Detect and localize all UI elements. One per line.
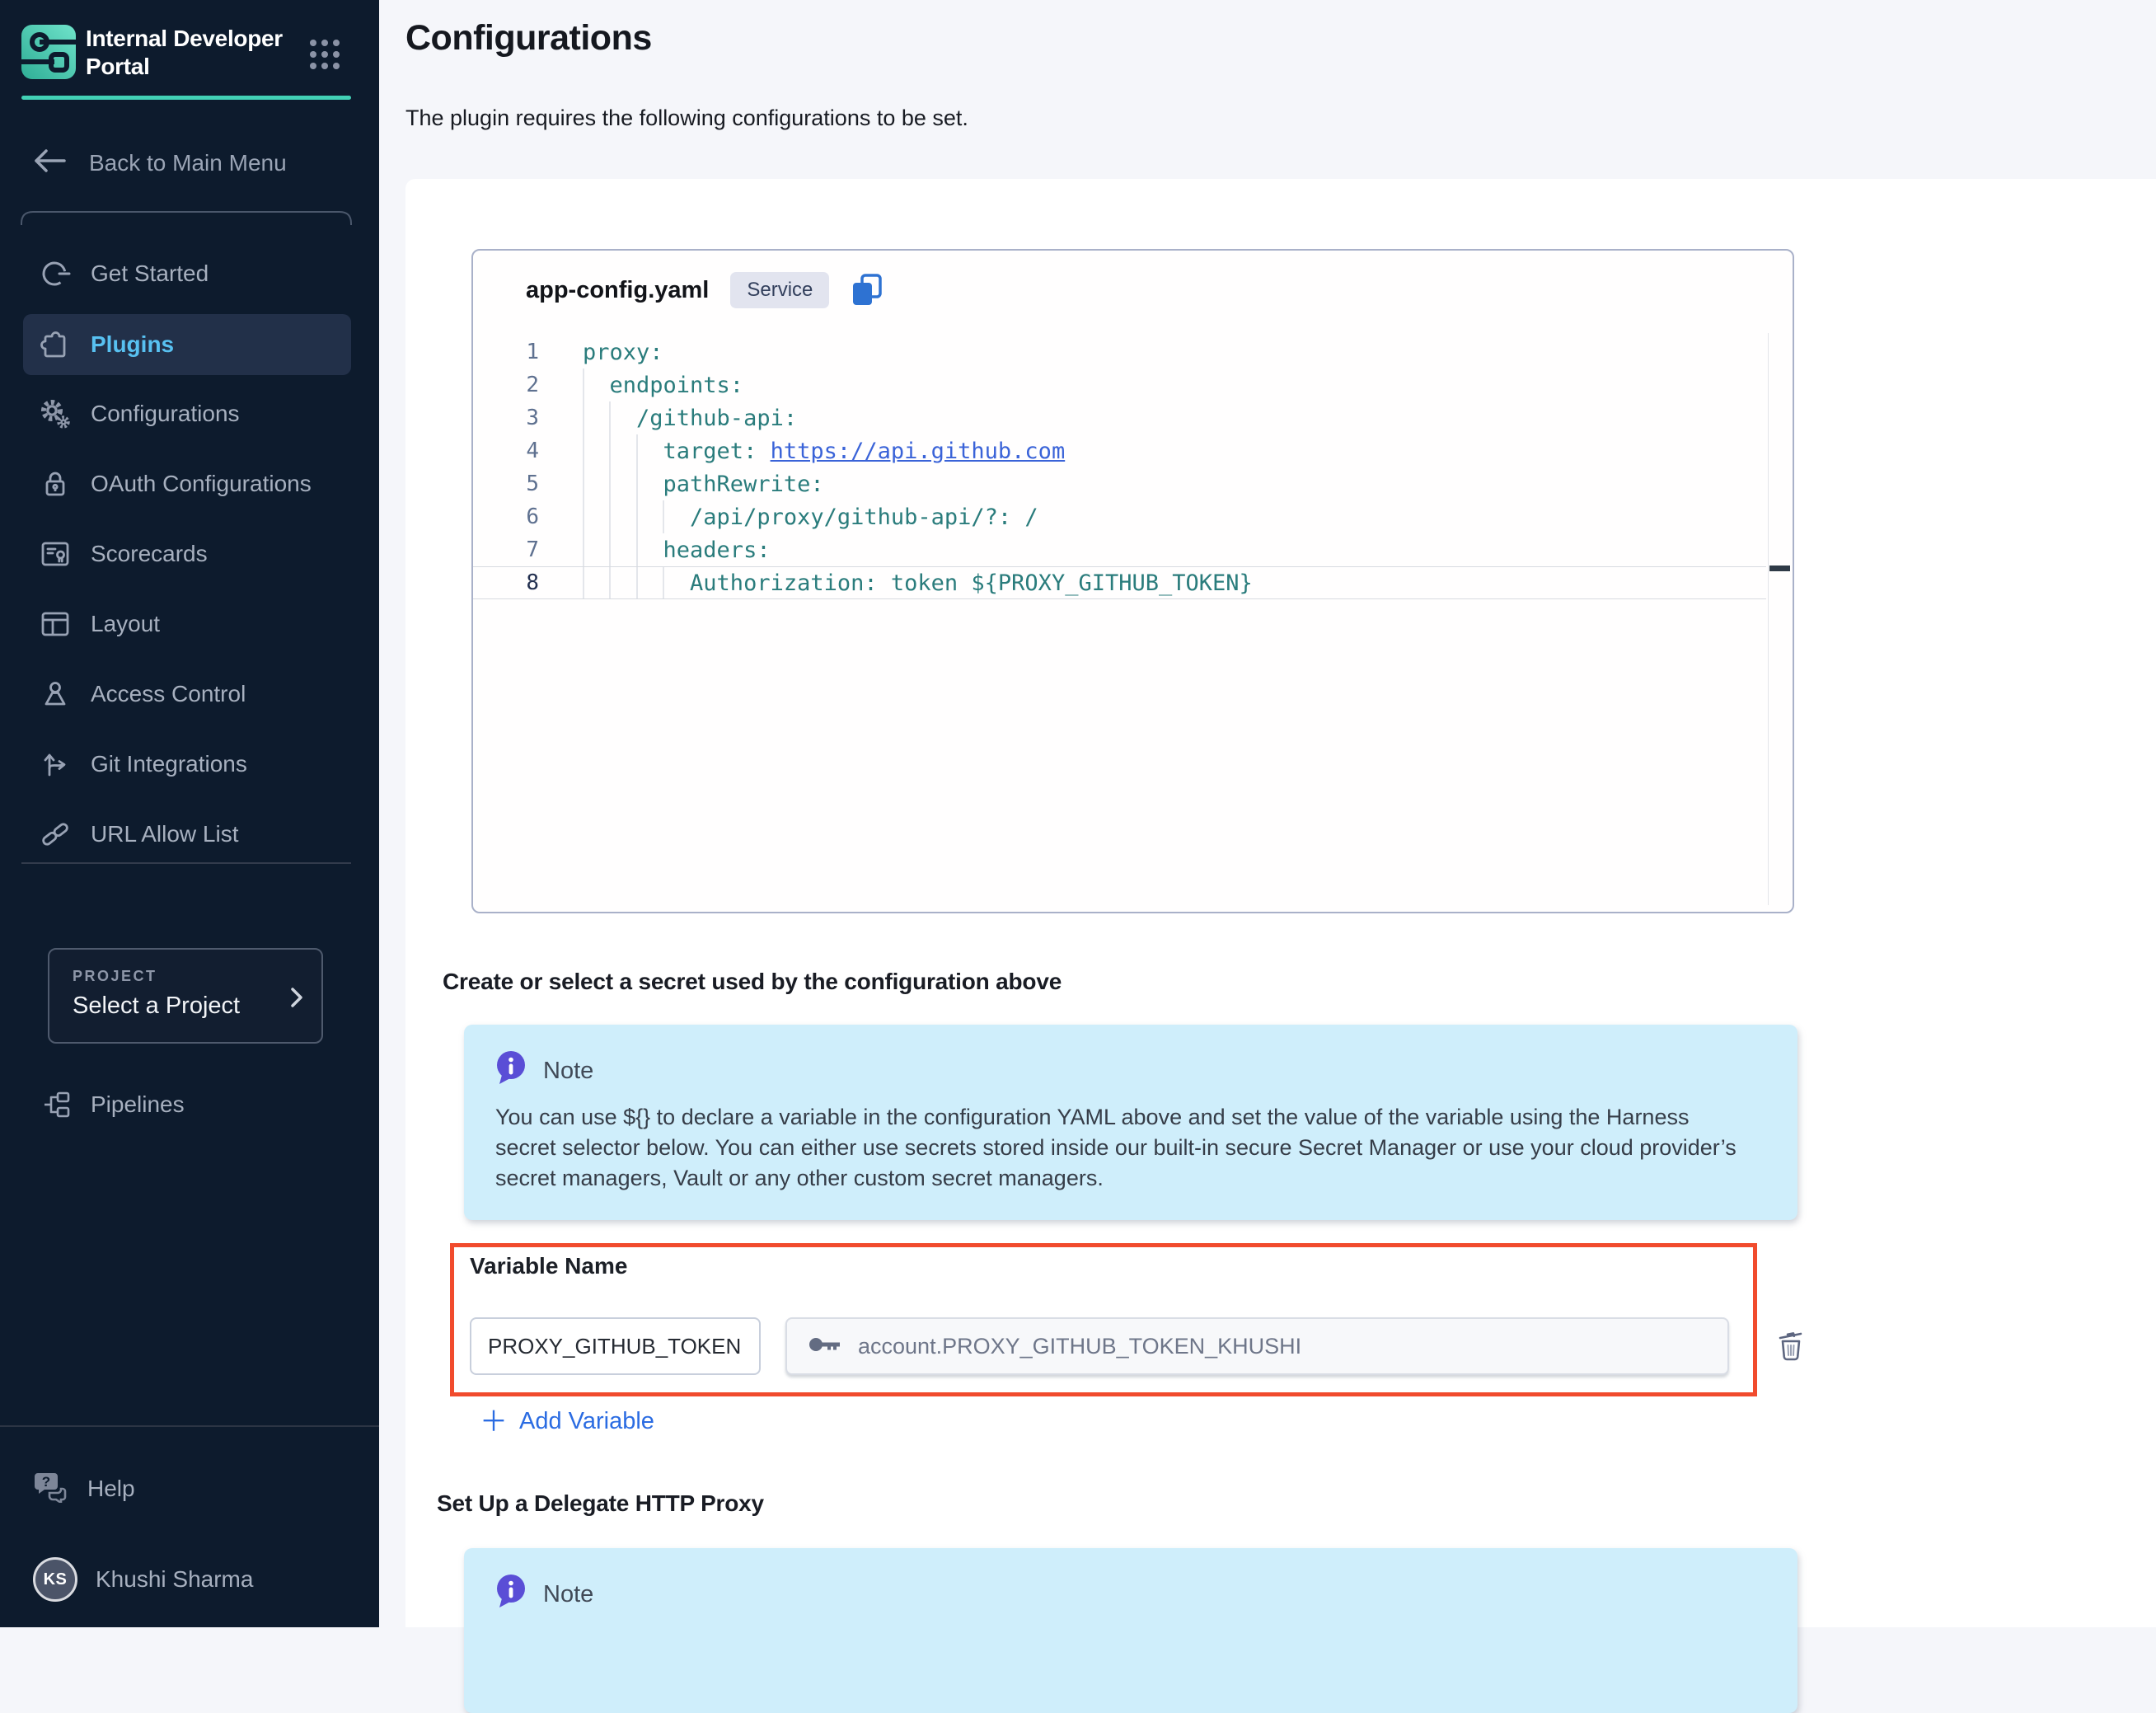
editor-scrollbar-thumb[interactable]	[1769, 566, 1790, 571]
git-branch-icon	[40, 749, 71, 780]
sidebar-item-label: Layout	[91, 611, 160, 637]
avatar: KS	[33, 1557, 77, 1602]
link-icon	[40, 819, 71, 850]
sidebar-item-label: Pipelines	[91, 1091, 185, 1118]
help-label: Help	[87, 1476, 135, 1502]
code-line-active: 8 Authorization: token ${PROXY_GITHUB_TO…	[473, 566, 1766, 599]
code-line: 7 headers:	[473, 533, 1766, 566]
sidebar-item-plugins[interactable]: Plugins	[23, 314, 351, 375]
project-value: Select a Project	[73, 993, 240, 1020]
plus-icon: ＋	[480, 1410, 508, 1434]
note-label: Note	[543, 1581, 593, 1608]
service-badge: Service	[730, 272, 829, 308]
page-subtitle: The plugin requires the following config…	[405, 106, 968, 131]
secret-value: account.PROXY_GITHUB_TOKEN_KHUSHI	[858, 1334, 1301, 1359]
info-icon	[494, 1049, 528, 1092]
back-label: Back to Main Menu	[89, 150, 287, 176]
variable-name-input[interactable]	[470, 1317, 761, 1375]
user-name: Khushi Sharma	[96, 1566, 253, 1593]
editor-filename: app-config.yaml	[526, 277, 709, 304]
sidebar-item-url-allow-list[interactable]: URL Allow List	[23, 811, 351, 857]
code-area[interactable]: 1proxy: 2 endpoints: 3 /github-api: 4 ta…	[473, 336, 1766, 599]
code-line: 4 target: https://api.github.com	[473, 434, 1766, 467]
sidebar-accent-rule	[21, 96, 351, 100]
sidebar-item-label: Access Control	[91, 681, 246, 707]
code-line: 6 /api/proxy/github-api/?: /	[473, 500, 1766, 533]
layout-icon	[40, 608, 71, 640]
delegate-section-heading: Set Up a Delegate HTTP Proxy	[437, 1490, 764, 1517]
delete-variable-icon[interactable]	[1774, 1326, 1810, 1365]
sidebar-item-label: Scorecards	[91, 541, 208, 567]
main-content: Configurations The plugin requires the f…	[379, 0, 2156, 1627]
app-logo-icon	[21, 25, 76, 79]
user-menu[interactable]: KS Khushi Sharma	[23, 1556, 253, 1603]
sidebar-item-label: Configurations	[91, 401, 240, 427]
nav-group-border	[0, 200, 379, 227]
sidebar-divider	[21, 862, 351, 864]
sidebar-item-access-control[interactable]: Access Control	[23, 671, 351, 717]
back-to-main-menu[interactable]: Back to Main Menu	[33, 147, 287, 180]
chevron-right-icon	[290, 986, 303, 1013]
note-label: Note	[543, 1058, 593, 1085]
help-chat-icon: ?	[33, 1470, 69, 1509]
svg-text:?: ?	[42, 1474, 50, 1490]
sidebar-item-oauth-configurations[interactable]: OAuth Configurations	[23, 461, 351, 507]
add-variable-button[interactable]: ＋ Add Variable	[480, 1408, 654, 1435]
person-icon	[40, 678, 71, 710]
code-line: 1proxy:	[473, 336, 1766, 368]
key-icon	[808, 1335, 841, 1359]
project-label: PROJECT	[73, 968, 157, 985]
editor-overview-ruler	[1768, 333, 1769, 905]
project-selector[interactable]: PROJECT Select a Project	[48, 948, 323, 1044]
get-started-icon	[40, 258, 71, 289]
page-title: Configurations	[405, 18, 652, 59]
code-link[interactable]: https://api.github.com	[771, 439, 1066, 464]
yaml-editor[interactable]: app-config.yaml Service 1proxy: 2 endpoi…	[471, 249, 1794, 913]
back-arrow-icon	[33, 148, 68, 179]
secret-section-heading: Create or select a secret used by the co…	[443, 969, 1062, 995]
add-variable-label: Add Variable	[519, 1408, 654, 1435]
note-body: You can use ${} to declare a variable in…	[495, 1102, 1740, 1194]
sidebar-item-label: OAuth Configurations	[91, 471, 312, 497]
sidebar-bottom-divider	[0, 1425, 379, 1427]
sidebar-item-label: Git Integrations	[91, 751, 247, 777]
code-line: 5 pathRewrite:	[473, 467, 1766, 500]
sidebar-item-label: URL Allow List	[91, 821, 238, 847]
code-line: 2 endpoints:	[473, 368, 1766, 401]
app-title: Internal Developer Portal	[86, 25, 284, 81]
sidebar-item-get-started[interactable]: Get Started	[23, 251, 351, 297]
sidebar: Internal Developer Portal Back to Main M…	[0, 0, 379, 1627]
note-callout: Note You can use ${} to declare a variab…	[464, 1025, 1797, 1220]
sidebar-item-scorecards[interactable]: Scorecards	[23, 531, 351, 577]
lock-icon	[40, 468, 71, 500]
sidebar-item-configurations[interactable]: Configurations	[23, 391, 351, 437]
sidebar-item-layout[interactable]: Layout	[23, 601, 351, 647]
variable-name-label: Variable Name	[470, 1253, 627, 1279]
plugins-icon	[40, 329, 71, 360]
help-button[interactable]: ? Help	[23, 1466, 135, 1512]
scorecards-icon	[40, 538, 71, 570]
app-switcher-icon[interactable]	[307, 36, 343, 73]
sidebar-item-label: Get Started	[91, 260, 209, 287]
copy-icon[interactable]	[851, 273, 883, 307]
sidebar-item-git-integrations[interactable]: Git Integrations	[23, 741, 351, 787]
secret-selector[interactable]: account.PROXY_GITHUB_TOKEN_KHUSHI	[785, 1317, 1729, 1375]
pipelines-icon	[40, 1089, 71, 1120]
code-line: 3 /github-api:	[473, 401, 1766, 434]
note-callout: Note	[464, 1548, 1797, 1713]
sidebar-item-label: Plugins	[91, 331, 174, 358]
sidebar-item-pipelines[interactable]: Pipelines	[23, 1082, 351, 1128]
info-icon	[494, 1573, 528, 1616]
configurations-icon	[40, 398, 71, 429]
